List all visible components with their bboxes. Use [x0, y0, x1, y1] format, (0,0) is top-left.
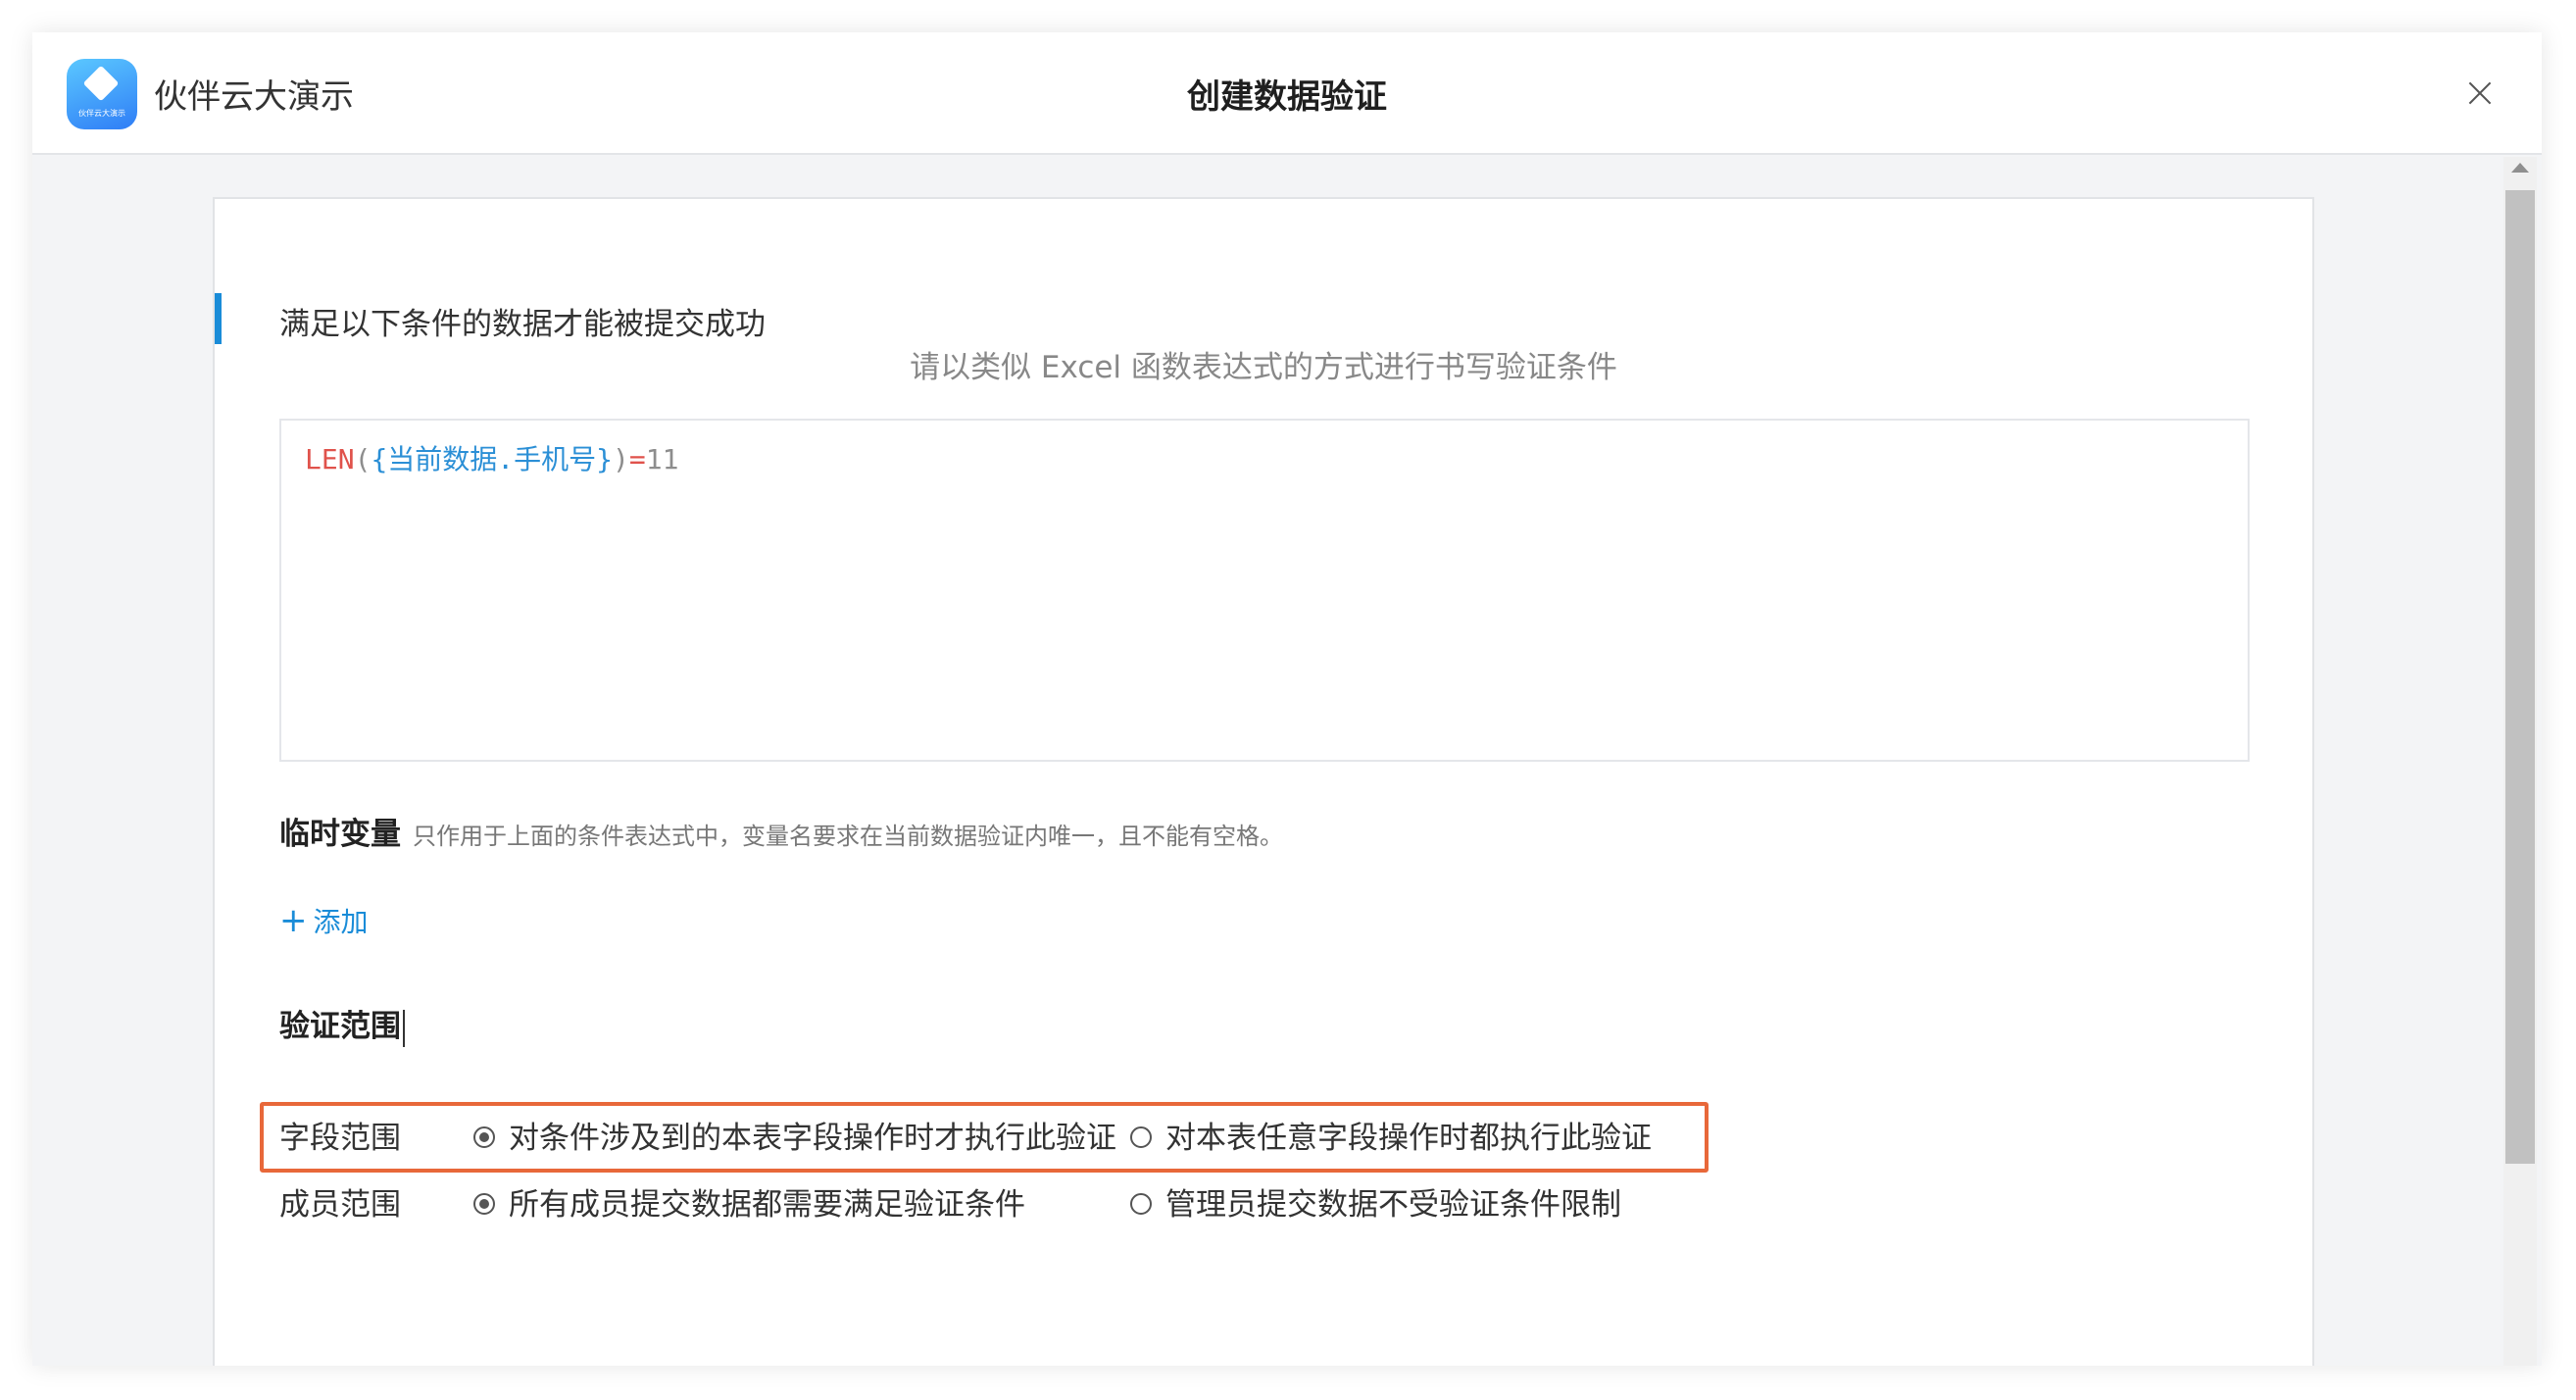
member-scope-option-admin[interactable]: 管理员提交数据不受验证条件限制 — [1130, 1179, 1621, 1224]
radio-checked-icon[interactable] — [473, 1192, 495, 1215]
formula-open-paren: ( — [354, 443, 372, 475]
add-temp-var-button[interactable]: + 添加 — [279, 901, 369, 940]
radio-unchecked-icon[interactable] — [1130, 1192, 1152, 1215]
scroll-up-arrow-icon[interactable] — [2511, 163, 2529, 173]
temp-vars-description: 只作用于上面的条件表达式中，变量名要求在当前数据验证内唯一，且不能有空格。 — [413, 823, 1283, 850]
section-accent-bar — [215, 293, 222, 344]
vertical-scrollbar[interactable] — [2503, 157, 2537, 1366]
option-label: 所有成员提交数据都需要满足验证条件 — [509, 1187, 1025, 1223]
formula-function: LEN — [305, 443, 355, 475]
field-scope-option-any[interactable]: 对本表任意字段操作时都执行此验证 — [1130, 1113, 1652, 1157]
formula-value: 11 — [645, 443, 679, 475]
title-bar: 伙伴云大演示 伙伴云大演示 创建数据验证 — [32, 32, 2542, 155]
formula-operator: = — [628, 443, 646, 475]
formula-close-paren: ) — [613, 443, 629, 475]
condition-hint: 请以类似 Excel 函数表达式的方式进行书写验证条件 — [910, 350, 1617, 385]
formula-expression: LEN({当前数据.手机号})=11 — [305, 438, 678, 477]
scrollbar-thumb[interactable] — [2505, 190, 2535, 1164]
validation-form-panel: 满足以下条件的数据才能被提交成功 请以类似 Excel 函数表达式的方式进行书写… — [213, 197, 2314, 1366]
radio-checked-icon[interactable] — [473, 1125, 495, 1148]
plus-icon: + — [279, 901, 308, 940]
dialog-title: 创建数据验证 — [1187, 77, 1387, 117]
field-scope-label: 字段范围 — [279, 1121, 401, 1156]
field-scope-option-involved[interactable]: 对条件涉及到的本表字段操作时才执行此验证 — [473, 1113, 1116, 1157]
close-icon[interactable] — [2459, 72, 2502, 115]
condition-section-title: 满足以下条件的数据才能被提交成功 — [279, 307, 766, 342]
add-button-label: 添加 — [313, 906, 369, 938]
member-scope-option-all[interactable]: 所有成员提交数据都需要满足验证条件 — [473, 1179, 1025, 1224]
formula-field-close: } — [596, 443, 614, 475]
option-label: 管理员提交数据不受验证条件限制 — [1165, 1187, 1621, 1223]
dialog-window: 伙伴云大演示 伙伴云大演示 创建数据验证 满足以下条件的数据才能被提交成功 请以… — [32, 32, 2542, 1366]
option-label: 对本表任意字段操作时都执行此验证 — [1165, 1121, 1652, 1156]
scope-section-title: 验证范围 — [279, 1001, 405, 1047]
option-label: 对条件涉及到的本表字段操作时才执行此验证 — [509, 1121, 1116, 1156]
member-scope-label: 成员范围 — [279, 1187, 401, 1223]
formula-field-open: { — [371, 443, 388, 475]
formula-editor[interactable]: LEN({当前数据.手机号})=11 — [279, 419, 2250, 762]
formula-field-token[interactable]: 当前数据.手机号 — [387, 443, 596, 475]
radio-unchecked-icon[interactable] — [1130, 1125, 1152, 1148]
temp-vars-label: 临时变量 — [279, 817, 401, 852]
